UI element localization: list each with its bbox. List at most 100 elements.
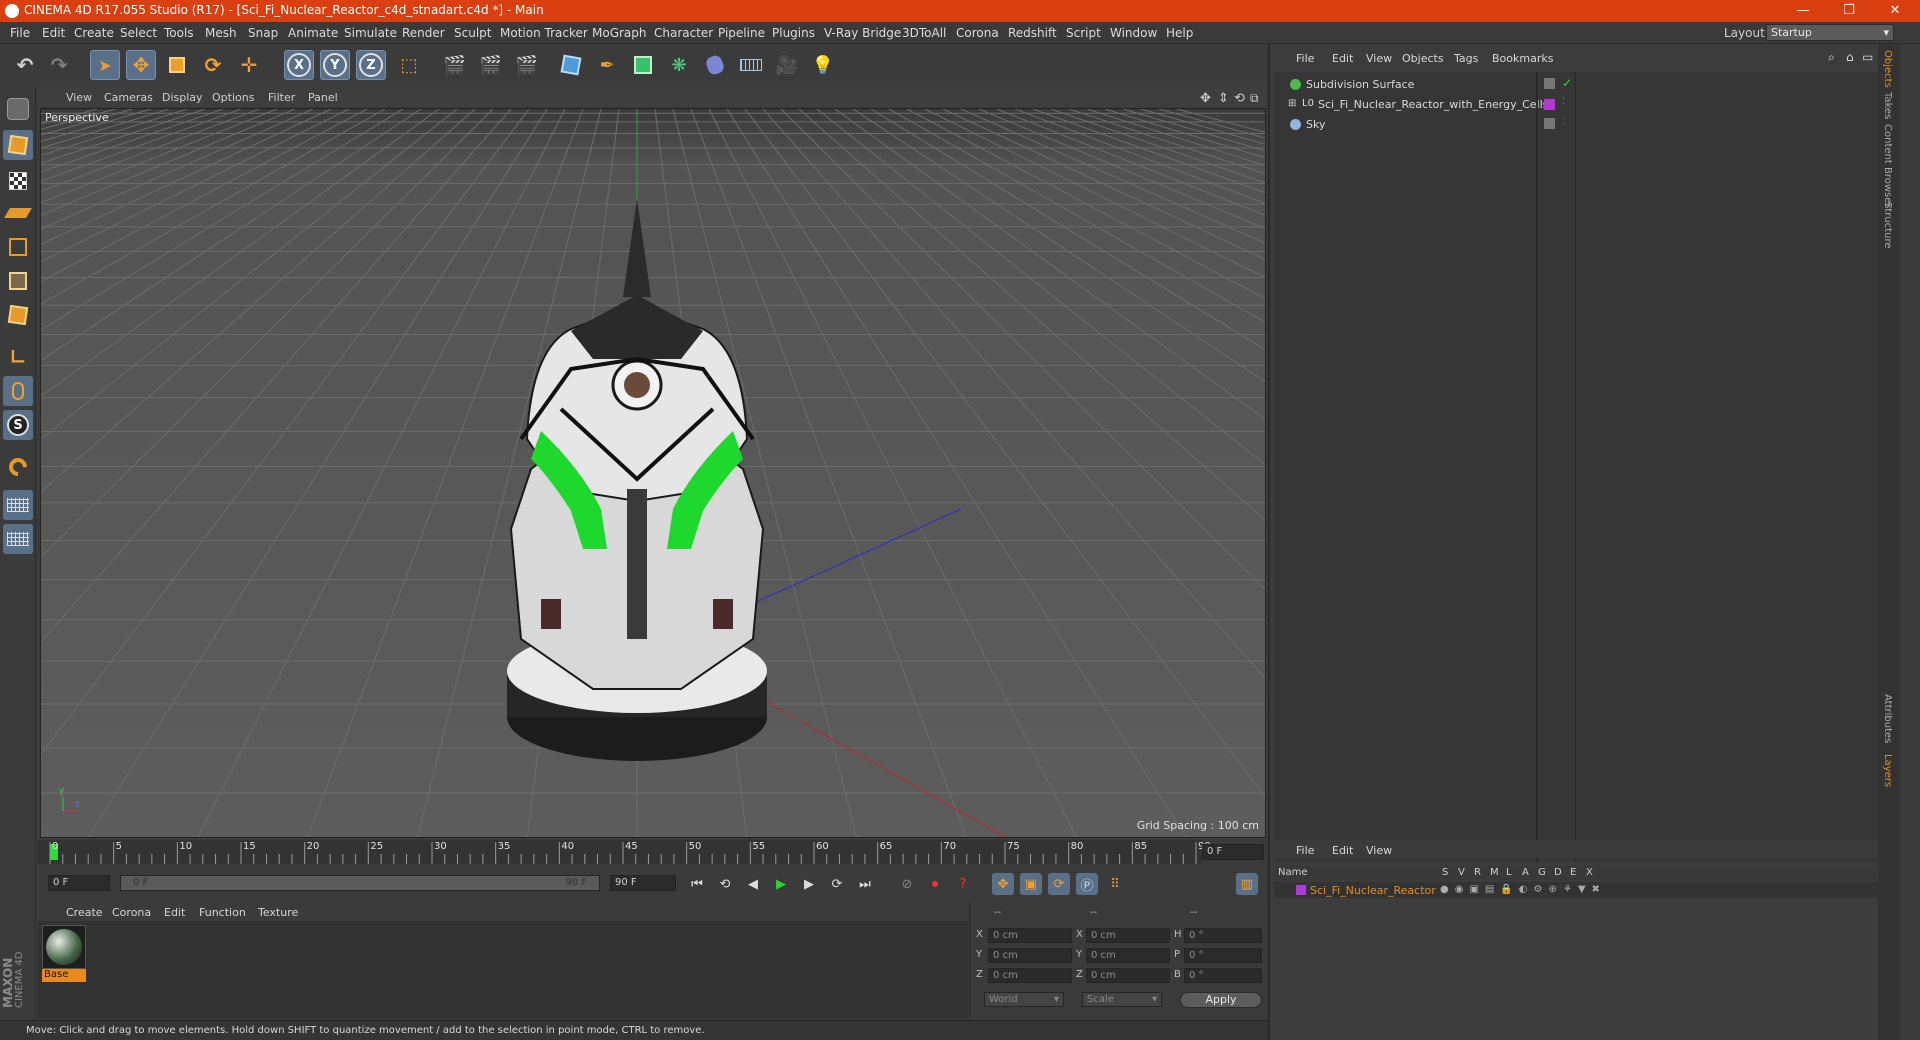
- column-manager[interactable]: M: [1490, 867, 1499, 878]
- object-row[interactable]: Sky ⁚: [1274, 116, 1878, 133]
- column-divider[interactable]: [1575, 72, 1576, 862]
- material-swatch[interactable]: Base: [42, 925, 86, 983]
- search-icon[interactable]: ⌕: [1828, 50, 1835, 65]
- menu-3dtoall[interactable]: 3DToAll: [902, 26, 946, 40]
- column-animation[interactable]: A: [1522, 867, 1529, 878]
- make-editable-button[interactable]: [3, 94, 33, 124]
- coordinate-mode-select[interactable]: World ▾: [984, 992, 1064, 1007]
- key-position-button[interactable]: ✥: [992, 873, 1014, 895]
- menu-mograph[interactable]: MoGraph: [592, 26, 647, 40]
- frame-range-slider[interactable]: 0 F 90 F: [120, 875, 600, 891]
- layer-color-swatch[interactable]: [1296, 885, 1306, 895]
- position-x-field[interactable]: 0 cm: [988, 928, 1072, 943]
- start-frame-field[interactable]: 0 F: [48, 875, 110, 891]
- layout-select[interactable]: Startup ▾: [1766, 24, 1894, 41]
- lock-z-axis-button[interactable]: Z: [356, 50, 386, 80]
- key-scale-button[interactable]: ▣: [1020, 873, 1042, 895]
- object-row[interactable]: ⊞ L0 Sci_Fi_Nuclear_Reactor_with_Energy_…: [1274, 96, 1878, 113]
- timeline-window-button[interactable]: ▥: [1236, 873, 1258, 895]
- filter-icon[interactable]: ▭: [1862, 50, 1873, 64]
- point-mode-button[interactable]: [3, 232, 33, 262]
- column-expressions[interactable]: E: [1570, 867, 1576, 878]
- menu-vray-bridge[interactable]: V-Ray Bridge: [824, 26, 901, 40]
- scale-tool-button[interactable]: [162, 50, 192, 80]
- column-locked[interactable]: L: [1506, 867, 1512, 878]
- render-settings-button[interactable]: 🎬: [512, 50, 542, 80]
- menu-simulate[interactable]: Simulate: [344, 26, 397, 40]
- column-deformers[interactable]: D: [1554, 867, 1562, 878]
- size-x-field[interactable]: 0 cm: [1086, 928, 1170, 943]
- menu-motion-tracker[interactable]: Motion Tracker: [500, 26, 588, 40]
- lock-y-axis-button[interactable]: Y: [320, 50, 350, 80]
- viewport-menu-view[interactable]: View: [66, 91, 92, 104]
- transform-tool-button[interactable]: ✛: [234, 50, 264, 80]
- objects-menu-objects[interactable]: Objects: [1402, 52, 1444, 65]
- render-dot-icon[interactable]: ⁚: [1562, 117, 1565, 127]
- coordinate-system-button[interactable]: ⬚: [394, 50, 424, 80]
- column-generators[interactable]: G: [1538, 867, 1546, 878]
- add-subdivision-button[interactable]: [628, 50, 658, 80]
- menu-render[interactable]: Render: [402, 26, 445, 40]
- model-mode-button[interactable]: [3, 130, 33, 160]
- menu-plugins[interactable]: Plugins: [772, 26, 815, 40]
- column-view[interactable]: V: [1458, 867, 1465, 878]
- size-z-field[interactable]: 0 cm: [1086, 968, 1170, 983]
- viewport-menu-options[interactable]: Options: [212, 91, 254, 104]
- visibility-dots-icon[interactable]: [1544, 118, 1555, 129]
- render-to-picture-viewer-button[interactable]: 🎬: [476, 50, 506, 80]
- add-light-button[interactable]: 💡: [808, 50, 838, 80]
- menu-help[interactable]: Help: [1166, 26, 1193, 40]
- menu-animate[interactable]: Animate: [288, 26, 338, 40]
- add-floor-button[interactable]: [736, 50, 766, 80]
- position-y-field[interactable]: 0 cm: [988, 948, 1072, 963]
- menu-redshift[interactable]: Redshift: [1008, 26, 1057, 40]
- menu-snap[interactable]: Snap: [248, 26, 278, 40]
- key-parameter-button[interactable]: Ⓟ: [1076, 873, 1098, 895]
- viewport-menu-filter[interactable]: Filter: [268, 91, 295, 104]
- rotation-b-field[interactable]: 0 °: [1184, 968, 1262, 983]
- edge-mode-button[interactable]: [3, 266, 33, 296]
- rotate-tool-button[interactable]: ⟳: [198, 50, 228, 80]
- previous-key-button[interactable]: ⟲: [714, 873, 736, 895]
- objects-menu-view[interactable]: View: [1366, 52, 1392, 65]
- current-frame-field[interactable]: 0 F: [1202, 844, 1264, 860]
- visibility-dots-icon[interactable]: [1544, 78, 1555, 89]
- material-menu-function[interactable]: Function: [199, 906, 246, 919]
- add-cube-button[interactable]: [556, 50, 586, 80]
- layer-color-icon[interactable]: [1544, 99, 1555, 110]
- objects-menu-tags[interactable]: Tags: [1454, 52, 1478, 65]
- perspective-viewport[interactable]: y z Perspective Grid Spacing : 100 cm: [40, 108, 1266, 838]
- menu-corona[interactable]: Corona: [956, 26, 999, 40]
- menu-select[interactable]: Select: [120, 26, 157, 40]
- axis-mode-button[interactable]: ∟: [3, 342, 33, 372]
- record-keys-button[interactable]: ⊘: [896, 873, 918, 895]
- menu-pipeline[interactable]: Pipeline: [718, 26, 765, 40]
- go-to-start-button[interactable]: ⏮: [686, 873, 708, 895]
- column-solo[interactable]: S: [1442, 867, 1448, 878]
- size-y-field[interactable]: 0 cm: [1086, 948, 1170, 963]
- tab-structure[interactable]: Structure: [1882, 202, 1893, 249]
- magnet-button[interactable]: [3, 452, 33, 482]
- autokey-button[interactable]: ⏺: [924, 873, 946, 895]
- next-key-button[interactable]: ⟳: [826, 873, 848, 895]
- objects-menu-file[interactable]: File: [1296, 52, 1314, 65]
- play-button[interactable]: ▶: [770, 873, 792, 895]
- column-name[interactable]: Name: [1278, 867, 1308, 878]
- menu-file[interactable]: File: [10, 26, 30, 40]
- menu-script[interactable]: Script: [1066, 26, 1101, 40]
- key-rotation-button[interactable]: ⟳: [1048, 873, 1070, 895]
- next-frame-button[interactable]: ▶: [798, 873, 820, 895]
- add-spline-button[interactable]: ✒: [592, 50, 622, 80]
- keyframe-selection-button[interactable]: ?: [952, 873, 974, 895]
- viewport-menu-panel[interactable]: Panel: [308, 91, 338, 104]
- material-menu-create[interactable]: Create: [66, 906, 103, 919]
- rotation-p-field[interactable]: 0 °: [1184, 948, 1262, 963]
- viewport-dolly-icon[interactable]: ⇕: [1218, 91, 1229, 106]
- live-selection-button[interactable]: ➤: [90, 50, 120, 80]
- tab-takes[interactable]: Takes: [1882, 92, 1893, 119]
- menu-create[interactable]: Create: [74, 26, 114, 40]
- tab-layers[interactable]: Layers: [1882, 754, 1893, 787]
- restore-button[interactable]: ❐: [1826, 1, 1872, 21]
- lock-x-axis-button[interactable]: X: [284, 50, 314, 80]
- polygon-mode-button[interactable]: [3, 300, 33, 330]
